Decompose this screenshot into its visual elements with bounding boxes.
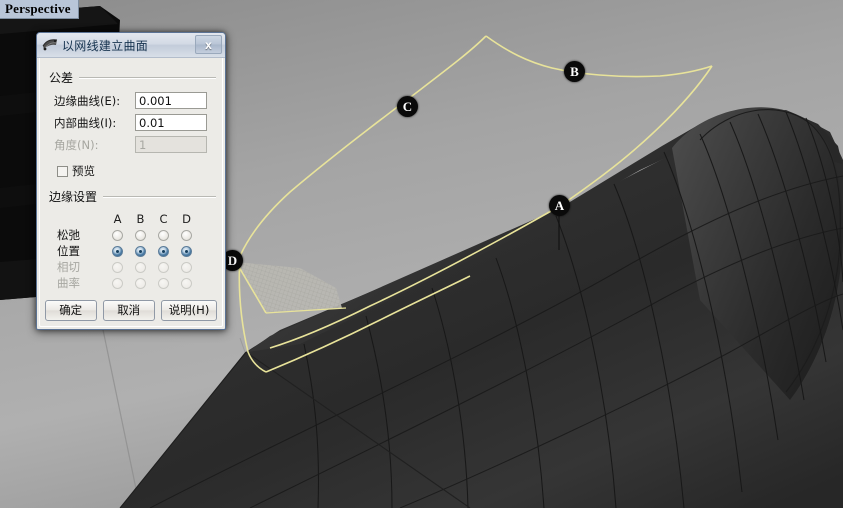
radio-cell-position-d[interactable] (175, 245, 198, 257)
matrix-row-curvature: 曲率 (46, 275, 216, 291)
angle-input (135, 136, 207, 153)
radio-cell-tangency-a (106, 261, 129, 273)
angle-row: 角度(N): (46, 136, 216, 153)
radio-curvature-b (135, 277, 146, 289)
radio-cell-position-c[interactable] (152, 245, 175, 257)
matrix-row-tangency: 相切 (46, 259, 216, 275)
column-header-a: A (113, 212, 122, 226)
dialog-button-row: 确定 取消 说明(H) (37, 300, 225, 321)
radio-cell-position-a[interactable] (106, 245, 129, 257)
column-header-b: B (136, 212, 145, 226)
radio-tangency-a (112, 261, 123, 273)
radio-cell-loose-a[interactable] (106, 229, 129, 241)
rhino-application-window: Perspective A B C D 以网线建立曲面 x 公差 边缘曲线(E)… (0, 0, 843, 508)
radio-loose-d[interactable] (181, 229, 192, 241)
curve-marker-b[interactable]: B (564, 61, 585, 82)
radio-position-c[interactable] (158, 245, 169, 257)
interior-curves-input[interactable] (135, 114, 207, 131)
dialog-body: 公差 边缘曲线(E): 内部曲线(I): 角度(N): 预览 (37, 58, 225, 291)
radio-cell-tangency-d (175, 261, 198, 273)
row-label-loose: 松弛 (57, 228, 80, 242)
matrix-header-row: A B C D (46, 211, 216, 227)
row-label-position: 位置 (57, 244, 80, 258)
edge-curves-input[interactable] (135, 92, 207, 109)
row-label-curvature: 曲率 (57, 276, 80, 290)
radio-position-d[interactable] (181, 245, 192, 257)
radio-cell-loose-d[interactable] (175, 229, 198, 241)
radio-cell-tangency-b (129, 261, 152, 273)
edge-curves-label: 边缘曲线(E): (54, 93, 121, 108)
radio-cell-curvature-d (175, 277, 198, 289)
radio-curvature-a (112, 277, 123, 289)
row-label-tangency: 相切 (57, 260, 80, 274)
ok-button[interactable]: 确定 (44, 300, 97, 321)
preview-checkbox[interactable] (57, 165, 68, 177)
angle-label: 角度(N): (54, 137, 99, 152)
radio-tangency-b (135, 261, 146, 273)
radio-cell-position-b[interactable] (129, 245, 152, 257)
interior-curves-row: 内部曲线(I): (46, 114, 216, 131)
viewport-label[interactable]: Perspective (0, 0, 79, 19)
radio-loose-a[interactable] (112, 229, 123, 241)
radio-cell-curvature-a (106, 277, 129, 289)
radio-cell-loose-c[interactable] (152, 229, 175, 241)
cancel-button[interactable]: 取消 (102, 300, 155, 321)
radio-loose-c[interactable] (158, 229, 169, 241)
group-divider-2 (103, 195, 216, 198)
radio-position-b[interactable] (135, 245, 146, 257)
edge-curves-row: 边缘曲线(E): (46, 92, 216, 109)
dialog-titlebar[interactable]: 以网线建立曲面 x (37, 33, 225, 58)
interior-curves-label: 内部曲线(I): (54, 115, 117, 130)
edge-settings-group-label: 边缘设置 (49, 190, 98, 204)
close-icon[interactable]: x (195, 35, 222, 54)
curve-marker-a[interactable]: A (549, 195, 570, 216)
column-header-d: D (182, 212, 191, 226)
edge-settings-matrix: A B C D 松弛 位置 相切 曲率 (46, 211, 216, 291)
radio-tangency-c (158, 261, 169, 273)
curve-marker-c[interactable]: C (397, 96, 418, 117)
surface-from-network-dialog[interactable]: 以网线建立曲面 x 公差 边缘曲线(E): 内部曲线(I): 角度(N): (36, 32, 226, 330)
radio-cell-curvature-c (152, 277, 175, 289)
matrix-row-loose: 松弛 (46, 227, 216, 243)
dialog-title: 以网线建立曲面 (62, 38, 149, 53)
preview-label: 预览 (72, 164, 95, 178)
edge-settings-group-header: 边缘设置 (49, 188, 216, 205)
radio-curvature-d (181, 277, 192, 289)
column-header-c: C (159, 212, 168, 226)
radio-cell-loose-b[interactable] (129, 229, 152, 241)
matrix-row-position: 位置 (46, 243, 216, 259)
tolerance-group-header: 公差 (49, 69, 216, 86)
group-divider (79, 76, 216, 79)
radio-cell-curvature-b (129, 277, 152, 289)
radio-loose-b[interactable] (135, 229, 146, 241)
surface-network-icon (42, 39, 58, 51)
radio-cell-tangency-c (152, 261, 175, 273)
tolerance-group-label: 公差 (49, 71, 74, 85)
preview-checkbox-row[interactable]: 预览 (57, 163, 216, 179)
radio-tangency-d (181, 261, 192, 273)
radio-position-a[interactable] (112, 245, 123, 257)
radio-curvature-c (158, 277, 169, 289)
help-button[interactable]: 说明(H) (160, 300, 218, 321)
